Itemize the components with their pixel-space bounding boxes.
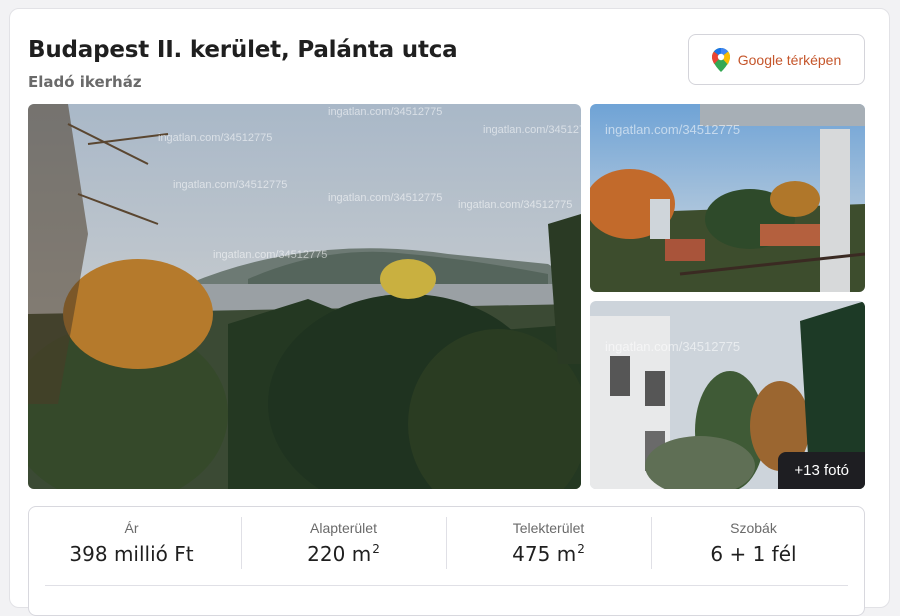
main-photo[interactable]: ingatlan.com/34512775 ingatlan.com/34512… — [28, 104, 581, 489]
stat-value: 220 m2 — [307, 542, 380, 566]
map-pin-icon — [711, 47, 730, 72]
stat-label: Szobák — [730, 520, 777, 536]
google-maps-label: Google térképen — [737, 51, 842, 68]
stat-price: Ár 398 millió Ft — [29, 507, 234, 587]
property-type: Eladó ikerház — [28, 73, 142, 91]
page-title: Budapest II. kerület, Palánta utca — [28, 37, 458, 63]
stat-label: Telekterület — [512, 520, 585, 536]
stat-label: Alapterület — [310, 520, 377, 536]
more-photos-button[interactable]: +13 fotó — [778, 452, 865, 489]
google-maps-button[interactable]: Google térképen — [688, 34, 865, 85]
stat-floor-area: Alapterület 220 m2 — [241, 507, 446, 587]
stat-plot-area: Telekterület 475 m2 — [446, 507, 651, 587]
stat-value: 398 millió Ft — [69, 542, 194, 566]
key-stats: Ár 398 millió Ft Alapterület 220 m2 Tele… — [28, 506, 865, 616]
stat-value: 475 m2 — [512, 542, 585, 566]
stat-value: 6 + 1 fél — [710, 542, 797, 566]
divider — [45, 585, 848, 586]
stat-rooms: Szobák 6 + 1 fél — [651, 507, 856, 587]
side-photo-top[interactable]: ingatlan.com/34512775 — [590, 104, 865, 292]
stat-label: Ár — [124, 520, 139, 536]
listing-card: Budapest II. kerület, Palánta utca Eladó… — [9, 8, 890, 616]
side-photo-bottom[interactable]: ingatlan.com/34512775 +13 fotó — [590, 301, 865, 489]
